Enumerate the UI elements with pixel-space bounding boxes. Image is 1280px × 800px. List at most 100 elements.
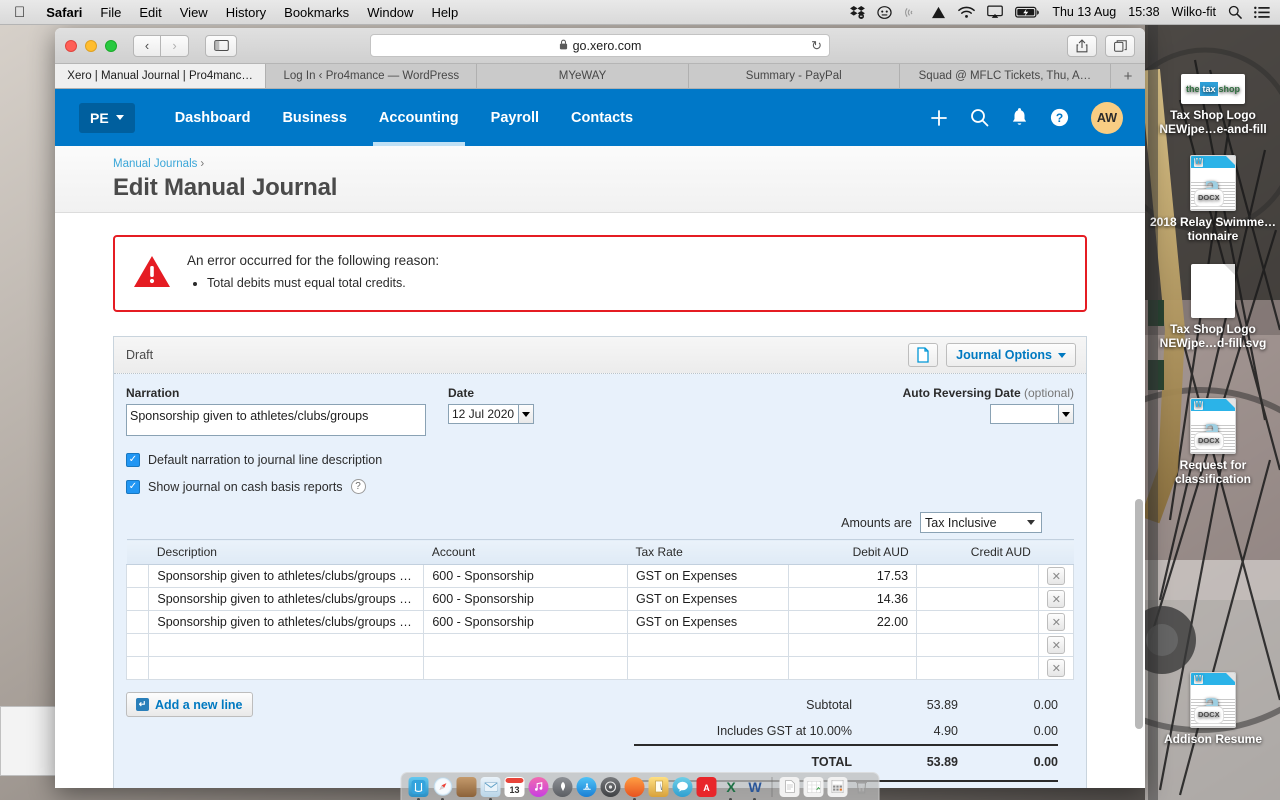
forward-button[interactable]: ›: [161, 34, 189, 57]
dock-item-calculator[interactable]: [827, 776, 848, 797]
auto-reversing-date-input[interactable]: [991, 407, 1059, 421]
desktop-icon-tax-shop-logo-jpeg[interactable]: the tax shop Tax Shop Logo NEWjpe…e-and-fi…: [1148, 48, 1278, 136]
cell-debit[interactable]: 22.00: [787, 610, 918, 634]
menu-item-bookmarks[interactable]: Bookmarks: [275, 5, 358, 20]
nav-item-contacts[interactable]: Contacts: [555, 89, 649, 146]
dock-item-contacts[interactable]: [456, 776, 477, 797]
dock-item-safari[interactable]: [433, 777, 453, 800]
close-window-button[interactable]: [65, 39, 77, 52]
checkbox-default-narration[interactable]: ✓: [126, 453, 140, 467]
browser-tab-wordpress[interactable]: Log In ‹ Pro4mance — WordPress: [266, 64, 478, 88]
delete-row-button[interactable]: ✕: [1038, 633, 1074, 657]
dock-item-messages[interactable]: [672, 776, 693, 797]
cell-tax-rate[interactable]: GST on Expenses: [626, 564, 789, 588]
airdrop-icon[interactable]: [904, 5, 919, 20]
menu-item-safari[interactable]: Safari: [37, 5, 91, 20]
cell-account[interactable]: [423, 656, 628, 680]
face-icon[interactable]: [877, 5, 892, 20]
desktop-icon-request-for-classification[interactable]: W a DOCX Request for classification: [1148, 398, 1278, 486]
menu-item-file[interactable]: File: [91, 5, 130, 20]
cell-credit[interactable]: [916, 610, 1040, 634]
reload-icon[interactable]: ↻: [811, 38, 822, 54]
date-picker-button[interactable]: [518, 405, 533, 423]
sidebar-toggle-button[interactable]: [205, 34, 237, 57]
avatar[interactable]: AW: [1091, 101, 1123, 134]
checkbox-cash-basis-label[interactable]: Show journal on cash basis reports: [148, 480, 343, 494]
delete-row-button[interactable]: ✕: [1038, 610, 1074, 634]
cell-description[interactable]: [148, 633, 425, 657]
dock-item-calendar[interactable]: 13: [504, 776, 525, 797]
cell-account[interactable]: 600 - Sponsorship: [423, 587, 628, 611]
dock-item-app-store[interactable]: [576, 776, 597, 797]
dock-item-adobe[interactable]: A: [696, 776, 717, 797]
cell-account[interactable]: 600 - Sponsorship: [423, 610, 628, 634]
amounts-are-select[interactable]: Tax Inclusive: [920, 512, 1042, 533]
desktop-icon-tax-shop-logo-svg[interactable]: Tax Shop Logo NEWjpe…d-fill.svg: [1148, 262, 1278, 350]
browser-tab-mflc-tickets[interactable]: Squad @ MFLC Tickets, Thu, A…: [899, 64, 1112, 88]
cell-debit[interactable]: 14.36: [787, 587, 918, 611]
dock-item-trash[interactable]: [852, 777, 872, 797]
drag-handle-icon[interactable]: [125, 633, 150, 657]
cell-account[interactable]: [423, 633, 628, 657]
dock-item-excel[interactable]: X: [721, 777, 741, 800]
show-all-tabs-icon[interactable]: [1105, 34, 1135, 57]
copy-document-icon[interactable]: [908, 343, 939, 367]
table-row[interactable]: Sponsorship given to athletes/clubs/grou…: [125, 564, 1074, 588]
cell-credit[interactable]: [916, 564, 1040, 588]
organisation-switcher-button[interactable]: PE: [79, 102, 135, 133]
narration-input[interactable]: [126, 404, 426, 436]
cell-account[interactable]: 600 - Sponsorship: [423, 564, 628, 588]
nav-item-business[interactable]: Business: [266, 89, 362, 146]
desktop-icon-2018-relay-swimmer-questionnaire[interactable]: W a DOCX 2018 Relay Swimme…tionnaire: [1148, 155, 1278, 243]
minimize-window-button[interactable]: [85, 39, 97, 52]
nav-item-accounting[interactable]: Accounting: [363, 89, 475, 146]
browser-tab-xero[interactable]: Xero | Manual Journal | Pro4manc…: [55, 64, 267, 88]
cell-tax-rate[interactable]: [626, 633, 789, 657]
drag-handle-icon[interactable]: [125, 610, 150, 634]
dock-item-preview-document[interactable]: [779, 776, 800, 797]
dock-item-finder[interactable]: [408, 776, 429, 800]
cell-tax-rate[interactable]: GST on Expenses: [626, 587, 789, 611]
delete-row-button[interactable]: ✕: [1038, 656, 1074, 680]
cell-credit[interactable]: [916, 656, 1040, 680]
menu-item-history[interactable]: History: [217, 5, 275, 20]
search-icon[interactable]: [1228, 5, 1242, 19]
control-center-list-icon[interactable]: [1254, 6, 1270, 19]
menu-item-view[interactable]: View: [171, 5, 217, 20]
journal-options-button[interactable]: Journal Options: [946, 343, 1076, 367]
drag-handle-icon[interactable]: [125, 587, 150, 611]
menu-item-help[interactable]: Help: [422, 5, 467, 20]
plus-icon[interactable]: [930, 109, 948, 127]
cell-description[interactable]: [148, 656, 425, 680]
dropbox-icon[interactable]: [850, 5, 866, 19]
cell-description[interactable]: Sponsorship given to athletes/clubs/grou…: [148, 587, 425, 611]
finder-window-peek[interactable]: [0, 706, 58, 776]
delete-row-button[interactable]: ✕: [1038, 587, 1074, 611]
dock-item-numbers[interactable]: [803, 776, 824, 797]
table-row[interactable]: ✕: [125, 656, 1074, 680]
date-input[interactable]: [449, 407, 519, 421]
add-new-line-button[interactable]: ↵ Add a new line: [126, 692, 253, 717]
page-scrollbar-thumb[interactable]: [1135, 499, 1143, 729]
apple-logo-icon[interactable]: : [0, 5, 37, 20]
dock-item-firefox[interactable]: [624, 776, 645, 800]
menu-bar-username[interactable]: Wilko-fit: [1172, 5, 1216, 19]
cell-credit[interactable]: [916, 633, 1040, 657]
cell-tax-rate[interactable]: [626, 656, 789, 680]
new-tab-plus-icon[interactable]: +: [1111, 64, 1145, 88]
bell-icon[interactable]: [1011, 108, 1028, 127]
auto-reversing-date-picker-button[interactable]: [1058, 405, 1073, 423]
table-row[interactable]: ✕: [125, 633, 1074, 657]
checkbox-cash-basis[interactable]: ✓: [126, 479, 140, 494]
cell-credit[interactable]: [916, 587, 1040, 611]
nav-item-dashboard[interactable]: Dashboard: [159, 89, 267, 146]
cell-debit[interactable]: [787, 656, 918, 680]
menu-item-edit[interactable]: Edit: [130, 5, 170, 20]
dock-item-itunes[interactable]: [528, 776, 549, 797]
wifi-icon[interactable]: [958, 6, 976, 19]
desktop-icon-addison-resume[interactable]: W a DOCX Addison Resume: [1148, 672, 1278, 746]
delete-row-button[interactable]: ✕: [1038, 564, 1074, 588]
breadcrumb-link-manual-journals[interactable]: Manual Journals: [113, 158, 197, 170]
dock-item-system-preferences[interactable]: [600, 776, 621, 797]
table-row[interactable]: Sponsorship given to athletes/clubs/grou…: [125, 610, 1074, 634]
